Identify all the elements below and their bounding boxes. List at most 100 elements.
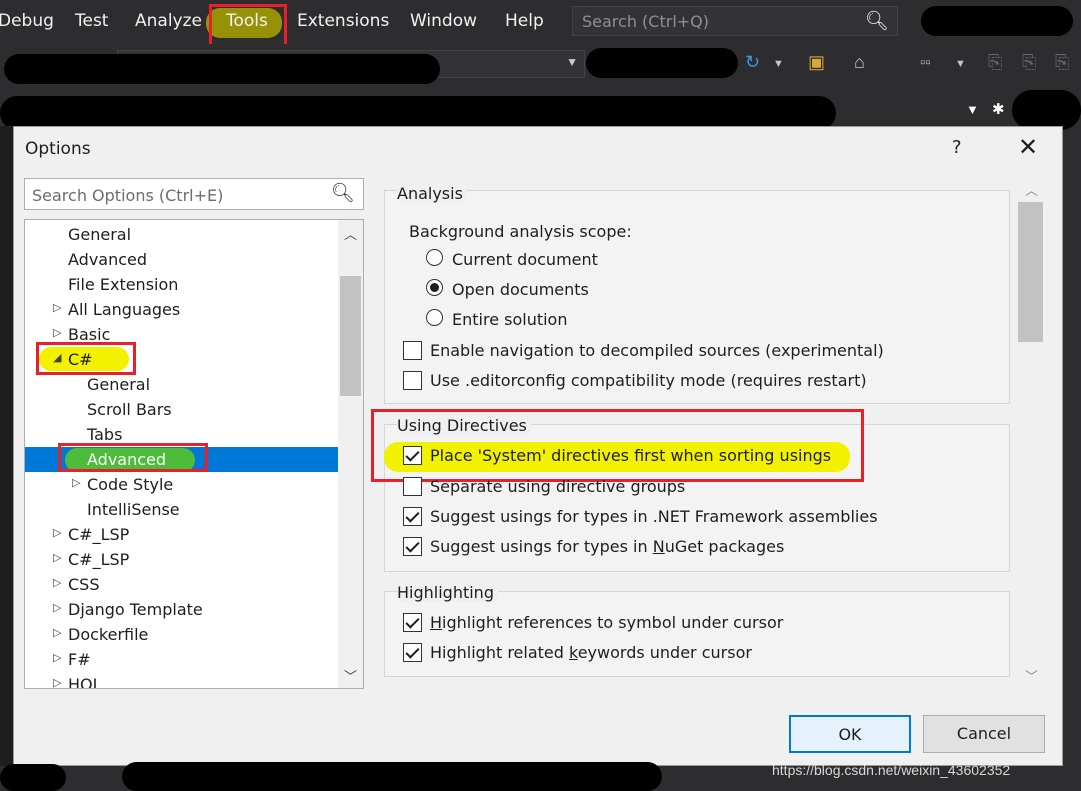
editor-edge <box>0 126 14 766</box>
dropdown-icon[interactable]: ▼ <box>966 102 979 117</box>
options-tree: General Advanced File Extension ▷ All La… <box>24 219 364 689</box>
expand-arrow-icon[interactable]: ▷ <box>53 526 61 539</box>
search-icon: 🔍︎ <box>864 11 889 32</box>
tree-item-label: IntelliSense <box>87 500 180 519</box>
menu-debug[interactable]: Debug <box>0 11 54 31</box>
layout-icon[interactable]: ▫▫ <box>920 54 931 71</box>
expand-arrow-icon[interactable]: ▷ <box>53 626 61 639</box>
refresh-icon[interactable]: ↻ <box>745 52 760 73</box>
close-icon[interactable]: ✕ <box>1018 133 1038 161</box>
expand-arrow-icon[interactable]: ▷ <box>72 476 80 489</box>
tree-item-label: C#_LSP <box>68 525 130 544</box>
tree-item-all-languages[interactable]: ▷ All Languages <box>25 297 338 322</box>
checkbox-label: Enable navigation to decompiled sources … <box>430 341 884 360</box>
chevron-down-icon[interactable]: ▼ <box>773 58 784 70</box>
expand-arrow-icon[interactable]: ▷ <box>53 551 61 564</box>
radio-label: Current document <box>452 250 598 269</box>
redaction-mark <box>4 54 440 84</box>
tree-item-csharp-general[interactable]: General <box>25 372 338 397</box>
tree-item-general[interactable]: General <box>25 222 338 247</box>
ide-search-input[interactable]: Search (Ctrl+Q) 🔍︎ <box>572 6 898 36</box>
tree-item-csharp-lsp[interactable]: ▷ C#_LSP <box>25 522 338 547</box>
tree-item-hol[interactable]: ▷ HOL <box>25 672 338 688</box>
highlighting-group <box>384 591 1010 677</box>
radio-open-documents[interactable] <box>426 279 443 296</box>
tree-item-css[interactable]: ▷ CSS <box>25 572 338 597</box>
chevron-down-icon[interactable]: ﹀ <box>1025 666 1038 685</box>
checkbox-label: Highlight references to symbol under cur… <box>430 613 784 632</box>
folder-icon[interactable]: ▣ <box>808 52 825 73</box>
tree-item-scroll-bars[interactable]: Scroll Bars <box>25 397 338 422</box>
tree-scrollbar[interactable]: ︿ ﹀ <box>338 220 363 688</box>
dialog-title: Options <box>25 139 91 159</box>
tree-scroll-thumb[interactable] <box>340 276 361 396</box>
using-directives-annotation-box <box>371 409 864 482</box>
comment-icon[interactable]: ⎘ <box>1055 52 1069 73</box>
checkbox-label: Suggest usings for types in NuGet packag… <box>430 537 785 556</box>
tree-item-label: Django Template <box>68 600 203 619</box>
tree-item-code-style[interactable]: ▷ Code Style <box>25 472 338 497</box>
tree-item-label: All Languages <box>68 300 181 319</box>
ok-button[interactable]: OK <box>789 715 911 753</box>
options-search-input[interactable]: Search Options (Ctrl+E) 🔍︎ <box>24 178 364 210</box>
tree-item-label: File Extension <box>68 275 179 294</box>
home-icon[interactable]: ⌂ <box>854 52 865 73</box>
checkbox-editorconfig[interactable] <box>403 371 422 390</box>
tree-item-advanced[interactable]: Advanced <box>25 247 338 272</box>
tree-item-csharp-lsp-2[interactable]: ▷ C#_LSP <box>25 547 338 572</box>
menu-extensions[interactable]: Extensions <box>297 11 389 31</box>
chevron-down-icon: ▼ <box>566 55 578 69</box>
checkbox-label: Separate using directive groups <box>430 477 686 496</box>
radio-entire-solution[interactable] <box>426 309 443 326</box>
options-page-scrollbar[interactable]: ︿ ﹀ <box>1016 178 1046 688</box>
expand-arrow-icon[interactable]: ▷ <box>53 301 61 314</box>
chevron-up-icon[interactable]: ︿ <box>1025 180 1038 199</box>
chevron-up-icon[interactable]: ︿ <box>344 224 357 243</box>
gear-icon[interactable]: ✱ <box>992 100 1005 118</box>
expand-arrow-icon[interactable]: ▷ <box>53 576 61 589</box>
checkbox-suggest-nuget[interactable] <box>403 537 422 556</box>
tree-item-fsharp[interactable]: ▷ F# <box>25 647 338 672</box>
tree-item-label: CSS <box>68 575 100 594</box>
tree-item-django-template[interactable]: ▷ Django Template <box>25 597 338 622</box>
ide-tab-strip: ▼ ✱ <box>0 84 1081 130</box>
comment-icon[interactable]: ⎘ <box>988 52 1002 73</box>
redaction-mark <box>122 762 662 791</box>
radio-current-document[interactable] <box>426 249 443 266</box>
tree-item-file-extension[interactable]: File Extension <box>25 272 338 297</box>
help-button[interactable]: ? <box>952 137 962 158</box>
tree-item-label: General <box>87 375 151 394</box>
menu-bar: Debug Test Analyze Tools Extensions Wind… <box>0 0 1081 47</box>
checkbox-highlight-keywords[interactable] <box>403 643 422 662</box>
redaction-mark <box>921 6 1073 36</box>
expand-arrow-icon[interactable]: ▷ <box>53 651 61 664</box>
options-search-placeholder: Search Options (Ctrl+E) <box>32 186 224 205</box>
expand-arrow-icon[interactable]: ▷ <box>53 326 61 339</box>
menu-help[interactable]: Help <box>505 11 544 31</box>
checkbox-suggest-framework[interactable] <box>403 507 422 526</box>
options-page-scroll-thumb[interactable] <box>1018 202 1043 342</box>
chevron-down-icon[interactable]: ▼ <box>955 58 966 70</box>
menu-analyze[interactable]: Analyze <box>135 11 202 31</box>
cancel-button[interactable]: Cancel <box>923 715 1045 753</box>
checkbox-highlight-references[interactable] <box>403 613 422 632</box>
menu-test[interactable]: Test <box>75 11 108 31</box>
advanced-annotation-box <box>58 443 208 472</box>
redaction-mark <box>1012 90 1081 130</box>
expand-arrow-icon[interactable]: ▷ <box>53 676 61 688</box>
options-dialog: Options ? ✕ Search Options (Ctrl+E) 🔍︎ G… <box>13 126 1063 766</box>
checkbox-separate-groups[interactable] <box>403 477 422 496</box>
chevron-down-icon[interactable]: ﹀ <box>344 666 357 685</box>
tree-item-dockerfile[interactable]: ▷ Dockerfile <box>25 622 338 647</box>
checkbox-label: Highlight related keywords under cursor <box>430 643 752 662</box>
redaction-mark <box>586 48 738 78</box>
tree-item-label: F# <box>68 650 91 669</box>
tree-item-intellisense[interactable]: IntelliSense <box>25 497 338 522</box>
csharp-annotation-box <box>36 342 136 375</box>
analysis-title: Analysis <box>397 184 467 203</box>
comment-icon[interactable]: ⎘ <box>1022 52 1036 73</box>
menu-window[interactable]: Window <box>410 11 477 31</box>
expand-arrow-icon[interactable]: ▷ <box>53 601 61 614</box>
checkbox-decompiled-sources[interactable] <box>403 341 422 360</box>
tree-item-label: C#_LSP <box>68 550 130 569</box>
